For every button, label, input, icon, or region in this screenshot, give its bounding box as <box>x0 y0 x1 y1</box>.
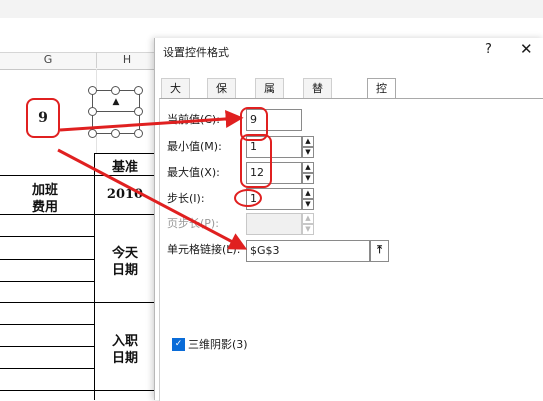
annotation-arrows <box>57 109 248 250</box>
arrow-to-current-value <box>59 109 244 132</box>
arrow-to-cell-link <box>57 148 248 250</box>
